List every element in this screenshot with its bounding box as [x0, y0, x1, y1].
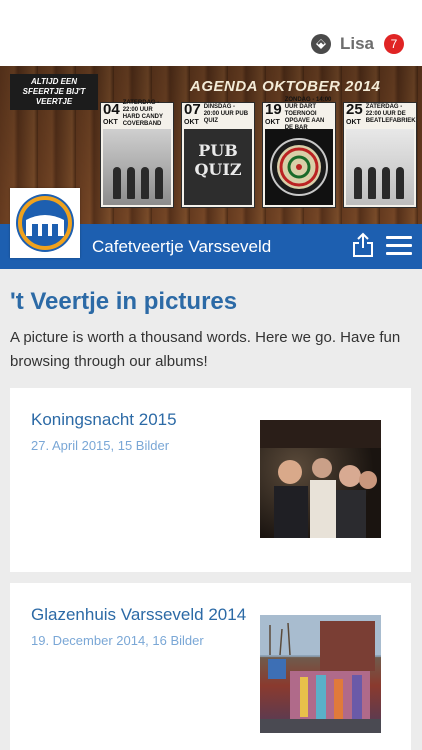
- album-meta: 27. April 2015, 15 Bilder: [31, 438, 170, 453]
- event-poster-2: 07 OKT DINSDAG - 20:00 UUR PUB QUIZ PUB Q…: [181, 102, 255, 208]
- app-logo-icon: [310, 34, 331, 54]
- album-thumbnail[interactable]: [260, 420, 381, 538]
- site-title[interactable]: Cafetveertje Varsseveld: [92, 237, 271, 257]
- event-poster-4: 25 OKT ZATERDAG - 22:00 UUR DE BEATLEFABR…: [343, 102, 417, 208]
- album-card[interactable]: Glazenhuis Varsseveld 2014 19. December …: [10, 583, 411, 750]
- event-month: OKT: [265, 119, 280, 126]
- event-text: ZONDAG - 14:00 UUR DART TOERNOOI OPGAVE …: [284, 96, 332, 131]
- page-title: 't Veertje in pictures: [10, 288, 238, 315]
- user-name[interactable]: Lisa: [340, 34, 374, 54]
- pub-quiz-picture: PUB QUIZ: [184, 129, 252, 205]
- event-month: OKT: [346, 119, 361, 126]
- event-poster-1: 04 OKT ZATERDAG - 22:00 UUR HARD CANDY CO…: [100, 100, 174, 208]
- event-day: 25: [346, 101, 363, 118]
- agenda-title: AGENDA OKTOBER 2014: [190, 78, 381, 95]
- album-meta: 19. December 2014, 16 Bilder: [31, 633, 204, 648]
- band-photo: [103, 129, 171, 205]
- event-month: OKT: [103, 119, 118, 126]
- club-logo[interactable]: [10, 188, 80, 258]
- event-month: OKT: [184, 119, 199, 126]
- album-title[interactable]: Glazenhuis Varsseveld 2014: [31, 605, 246, 625]
- user-menu[interactable]: Lisa 7: [310, 32, 404, 56]
- band-photo: [346, 129, 414, 205]
- event-day: 19: [265, 101, 282, 118]
- dartboard-picture: [265, 129, 333, 205]
- album-title[interactable]: Koningsnacht 2015: [31, 410, 177, 430]
- album-thumbnail[interactable]: [260, 615, 381, 733]
- album-card[interactable]: Koningsnacht 2015 27. April 2015, 15 Bil…: [10, 388, 411, 572]
- event-day: 04: [103, 101, 120, 118]
- event-text: ZATERDAG - 22:00 UUR DE BEATLEFABRIEK: [365, 103, 416, 124]
- banner-slogan: ALTIJD EEN SFEERTJE BIJ'T VEERTJE: [10, 74, 98, 110]
- event-text: DINSDAG - 20:00 UUR PUB QUIZ: [203, 103, 249, 124]
- top-bar: Lisa 7: [0, 0, 422, 66]
- share-icon[interactable]: [352, 232, 374, 258]
- event-poster-3: 19 OKT ZONDAG - 14:00 UUR DART TOERNOOI O…: [262, 97, 336, 208]
- hamburger-menu-icon[interactable]: [386, 236, 412, 256]
- notification-badge[interactable]: 7: [384, 34, 404, 54]
- page-intro: A picture is worth a thousand words. Her…: [10, 329, 401, 370]
- event-day: 07: [184, 101, 201, 118]
- event-text: ZATERDAG - 22:00 UUR HARD CANDY COVERBAN…: [122, 100, 163, 127]
